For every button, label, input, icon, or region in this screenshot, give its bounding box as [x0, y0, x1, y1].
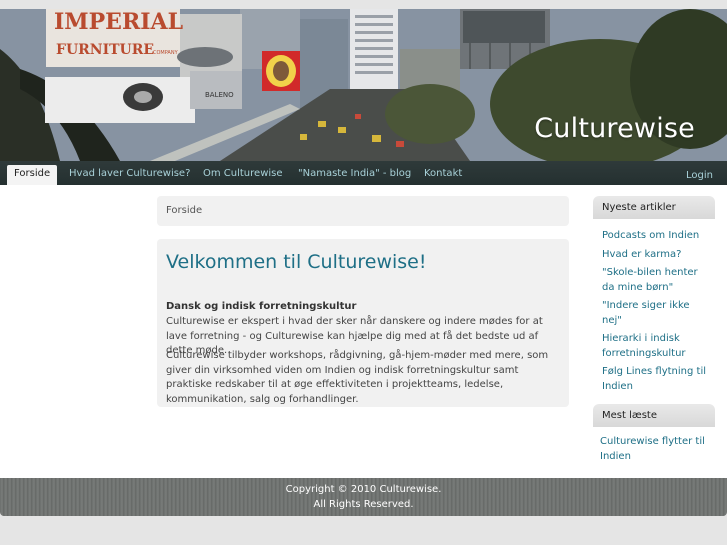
article-paragraph-2: Culturewise tilbyder workshops, rådgivni…: [166, 350, 549, 405]
most-read-list: Culturewise flytter til Indien: [600, 435, 712, 468]
banner-sign-imperial: IMPERIAL: [54, 9, 183, 35]
banner-sign-furniture: FURNITURE: [56, 42, 154, 58]
latest-article-link[interactable]: "Indere siger ikke nej": [602, 299, 712, 328]
most-read-link[interactable]: Culturewise flytter til Indien: [600, 435, 712, 464]
page-title: Velkommen til Culturewise!: [166, 251, 427, 273]
most-read-heading: Mest læste: [593, 404, 715, 427]
breadcrumb: Forside: [157, 196, 569, 226]
article-subheading: Dansk og indisk forretningskultur: [166, 301, 357, 312]
main-article: Velkommen til Culturewise! Dansk og indi…: [157, 239, 569, 407]
latest-articles-heading: Nyeste artikler: [593, 196, 715, 219]
header-banner: IMPERIAL FURNITURE COMPANY BALENO Cultur…: [0, 9, 727, 161]
nav-item-forside[interactable]: Forside: [7, 165, 58, 185]
top-gap: [0, 0, 727, 9]
site-title: Culturewise: [534, 113, 695, 144]
banner-sign-company: COMPANY: [153, 50, 179, 56]
breadcrumb-item[interactable]: Forside: [166, 205, 202, 216]
footer: Copyright © 2010 Culturewise. All Rights…: [0, 478, 727, 516]
nav-item-hvad-laver[interactable]: Hvad laver Culturewise?: [69, 165, 190, 185]
footer-copyright: Copyright © 2010 Culturewise.: [285, 484, 442, 495]
nav-item-kontakt[interactable]: Kontakt: [424, 165, 462, 185]
latest-article-link[interactable]: Podcasts om Indien: [602, 229, 712, 244]
main-navigation: Forside Hvad laver Culturewise? Om Cultu…: [0, 161, 727, 185]
latest-article-link[interactable]: Hierarki i indisk forretningskultur: [602, 332, 712, 361]
nav-item-blog[interactable]: "Namaste India" - blog: [298, 165, 411, 185]
latest-article-link[interactable]: Hvad er karma?: [602, 248, 712, 263]
nav-item-om-culturewise[interactable]: Om Culturewise: [203, 165, 283, 185]
latest-articles-list: Podcasts om Indien Hvad er karma? "Skole…: [602, 229, 712, 398]
banner-sign-baleno: BALENO: [205, 91, 234, 99]
latest-article-link[interactable]: "Skole-bilen henter da mine børn": [602, 266, 712, 295]
login-link[interactable]: Login: [686, 167, 713, 187]
latest-article-link[interactable]: Følg Lines flytning til Indien: [602, 365, 712, 394]
footer-rights: All Rights Reserved.: [313, 499, 414, 510]
